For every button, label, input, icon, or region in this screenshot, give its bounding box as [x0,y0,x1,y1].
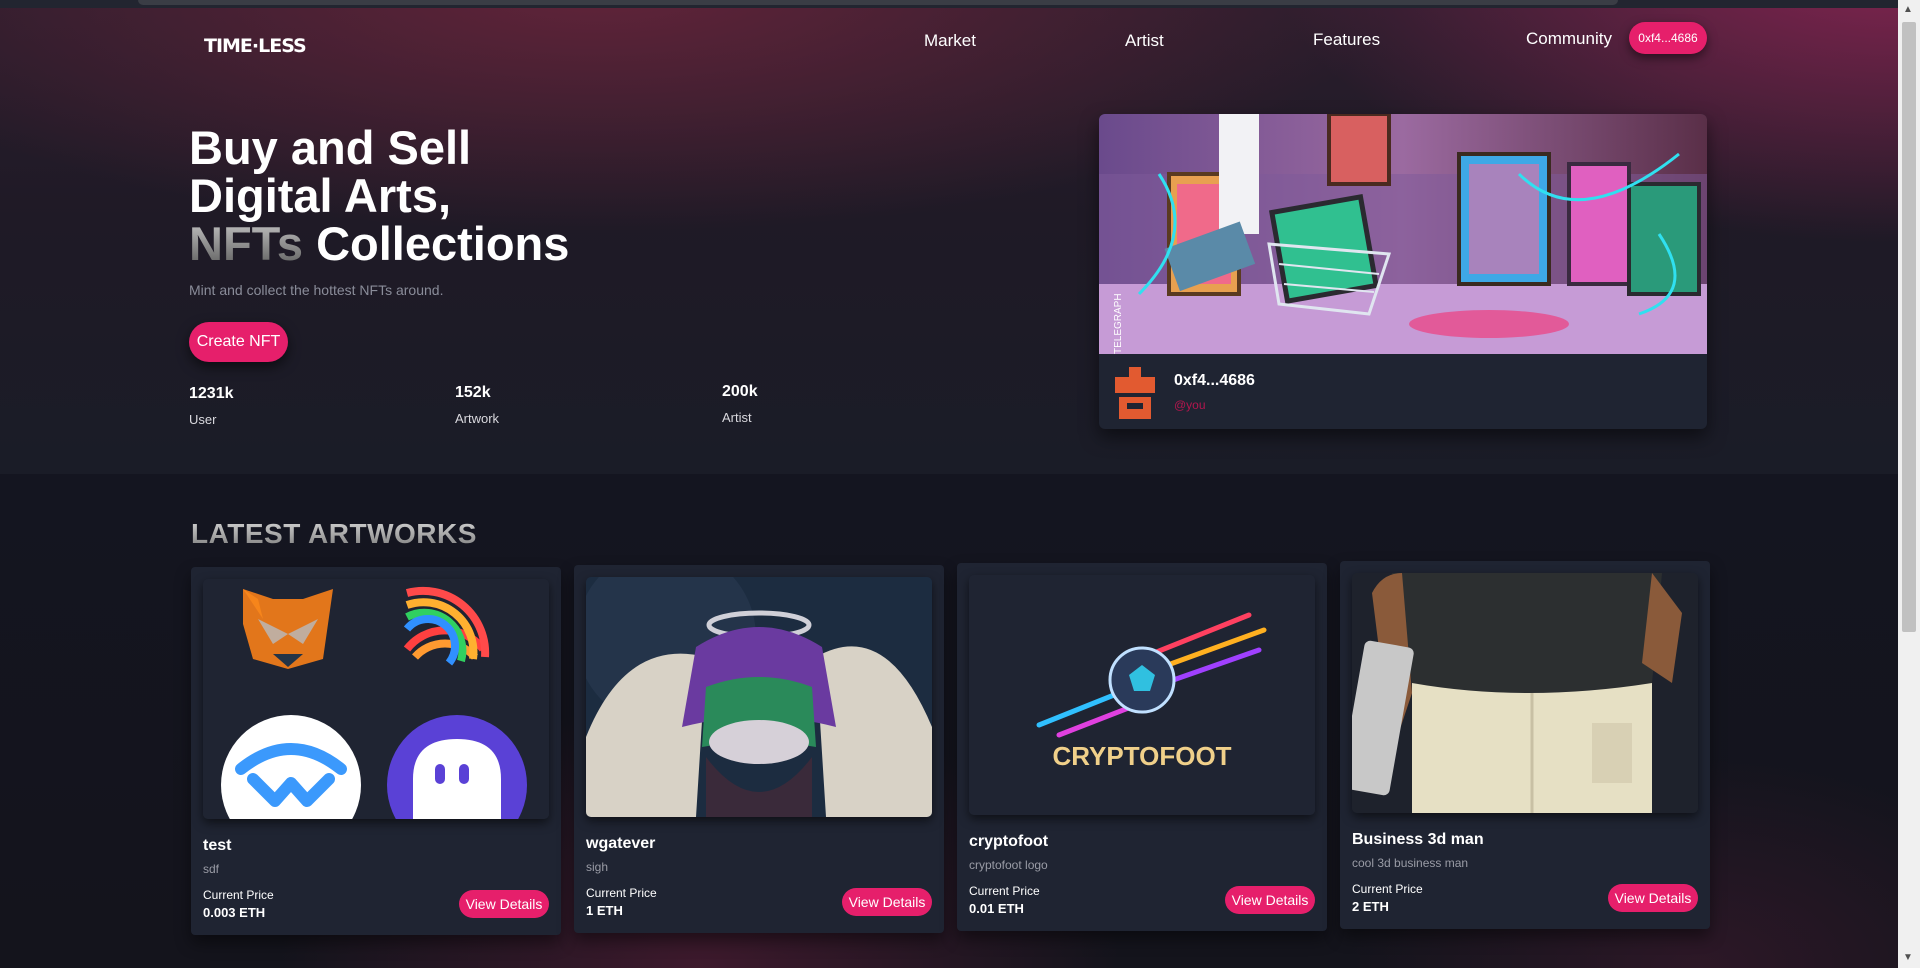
timeless-logo[interactable]: TIME·LESS [204,35,307,57]
angel-gorilla-image[interactable] [586,577,932,817]
artwork-card[interactable]: test sdf Current Price 0.003 ETH View De… [191,567,561,935]
hero-subtitle: Mint and collect the hottest NFTs around… [189,282,444,298]
business-man-image[interactable] [1352,573,1698,813]
price-value: 0.01 ETH [969,901,1024,916]
view-details-button[interactable]: View Details [1225,886,1315,914]
tab-strip [138,0,1618,5]
featured-owner-handle[interactable]: @you [1174,398,1206,412]
stat-value: 152k [455,384,491,401]
price-value: 2 ETH [1352,899,1389,914]
view-details-button[interactable]: View Details [1608,884,1698,912]
wallet-logos-image[interactable] [203,579,549,819]
cryptofoot-logo-image[interactable]: CRYPTOFOOT [969,575,1315,815]
hero-title: Buy and Sell Digital Arts, NFTs Collecti… [189,124,569,268]
browser-top-strip [0,0,1898,8]
price-label: Current Price [586,886,657,900]
price-label: Current Price [203,888,274,902]
nav-artist[interactable]: Artist [1125,31,1164,51]
stat-value: 200k [722,383,758,400]
stat-label: Artwork [455,411,500,426]
hero-title-line1: Buy and Sell [189,121,472,174]
view-details-button[interactable]: View Details [842,888,932,916]
artwork-card[interactable]: Business 3d man cool 3d business man Cur… [1340,561,1710,929]
artwork-card[interactable]: wgatever sigh Current Price 1 ETH View D… [574,565,944,933]
price-value: 0.003 ETH [203,905,266,920]
telegraph-watermark: TELEGRAPH [1113,293,1124,354]
hero-title-collections: Collections [303,217,570,270]
artwork-card[interactable]: CRYPTOFOOT cryptofoot cryptofoot logo Cu… [957,563,1327,931]
nav-community[interactable]: Community [1526,29,1612,49]
create-nft-button[interactable]: Create NFT [189,322,288,362]
view-details-button[interactable]: View Details [459,890,549,918]
wallet-address-button[interactable]: 0xf4...4686 [1629,22,1707,54]
price-label: Current Price [1352,882,1423,896]
metamask-fox-icon [243,589,333,669]
card-title: cryptofoot [969,833,1049,850]
stat-value: 1231k [189,385,234,402]
card-description: sdf [203,862,220,876]
scrollbar-thumb[interactable] [1902,22,1916,632]
latest-artworks-title: LATEST ARTWORKS [191,518,477,549]
card-title: test [203,837,232,854]
nav-market[interactable]: Market [924,31,976,51]
price-value: 1 ETH [586,903,623,918]
vertical-scrollbar[interactable]: ▲ ▼ [1898,0,1920,968]
stat-artworks: 152k Artwork [455,384,499,426]
card-title: wgatever [586,835,656,852]
nav-features[interactable]: Features [1313,30,1380,50]
card-description: cool 3d business man [1352,856,1469,870]
scroll-down-icon[interactable]: ▼ [1903,952,1913,963]
stat-artists: 200k Artist [722,383,758,425]
card-description: cryptofoot logo [969,858,1048,872]
card-description: sigh [586,860,609,874]
hero-title-nfts: NFTs [189,217,304,270]
stat-label: User [189,412,217,427]
stat-label: Artist [722,410,752,425]
scroll-up-icon[interactable]: ▲ [1903,4,1913,15]
featured-artwork-image[interactable]: TELEGRAPH [1099,114,1707,354]
stat-users: 1231k User [189,385,234,427]
hero-title-line2: Digital Arts, [189,169,452,222]
card-title: Business 3d man [1352,831,1484,848]
price-label: Current Price [969,884,1040,898]
featured-owner-name: 0xf4...4686 [1174,372,1255,389]
featured-nft-card[interactable]: TELEGRAPH 0xf4...4686 @you [1099,114,1707,429]
creator-avatar [1115,367,1155,419]
cryptofoot-logo-text: CRYPTOFOOT [1052,741,1231,771]
